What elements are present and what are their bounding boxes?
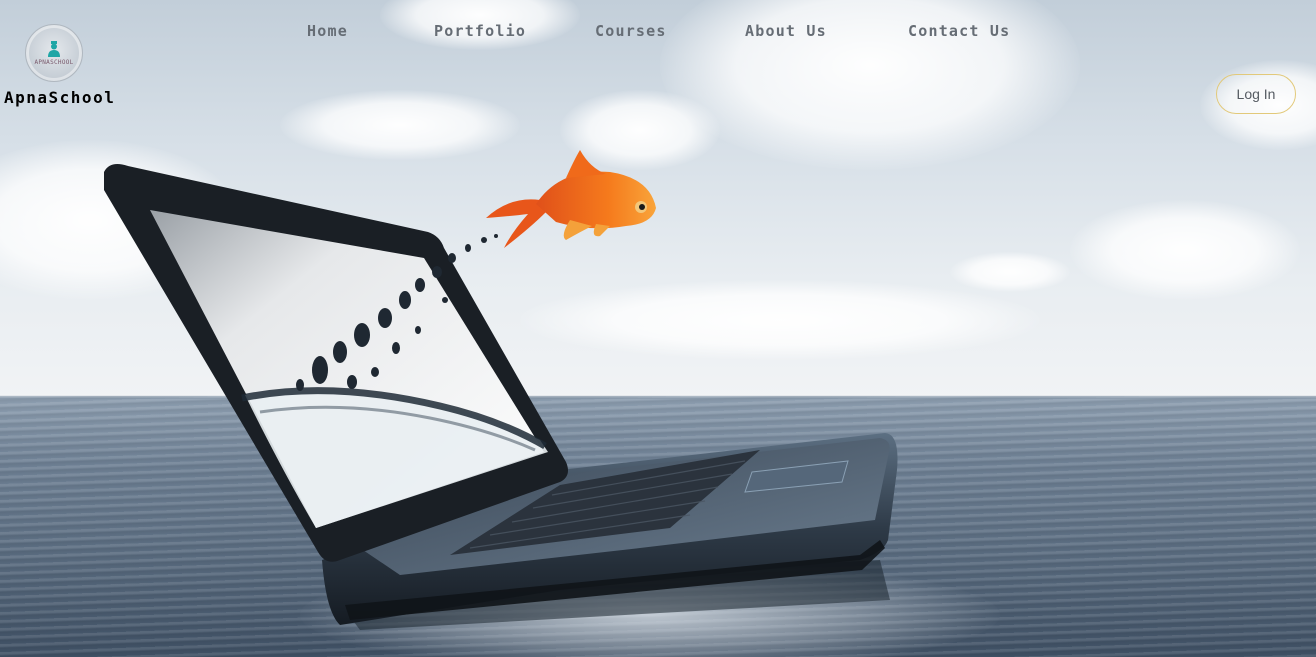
hero-illustration	[104, 150, 898, 630]
nav-item-courses[interactable]: Courses	[595, 22, 667, 40]
nav-item-contact-us[interactable]: Contact Us	[908, 22, 1010, 40]
fish-tail	[486, 199, 546, 248]
site-logo[interactable]: APNASCHOOL ApnaSchool	[4, 22, 138, 114]
nav-item-about-us[interactable]: About Us	[745, 22, 827, 40]
nav-item-home[interactable]: Home	[307, 22, 348, 40]
logo-badge: APNASCHOOL	[25, 24, 83, 82]
fish-body	[536, 171, 656, 229]
goldfish	[486, 150, 656, 248]
nav-item-portfolio[interactable]: Portfolio	[434, 22, 526, 40]
login-button[interactable]: Log In	[1216, 74, 1296, 114]
student-figure-icon	[48, 41, 60, 57]
logo-badge-text: APNASCHOOL	[34, 59, 74, 66]
hero-background	[0, 0, 1316, 657]
brand-name: ApnaSchool	[4, 88, 116, 107]
fish-pelvic-fin	[593, 224, 610, 237]
fish-dorsal-fin	[566, 150, 606, 178]
